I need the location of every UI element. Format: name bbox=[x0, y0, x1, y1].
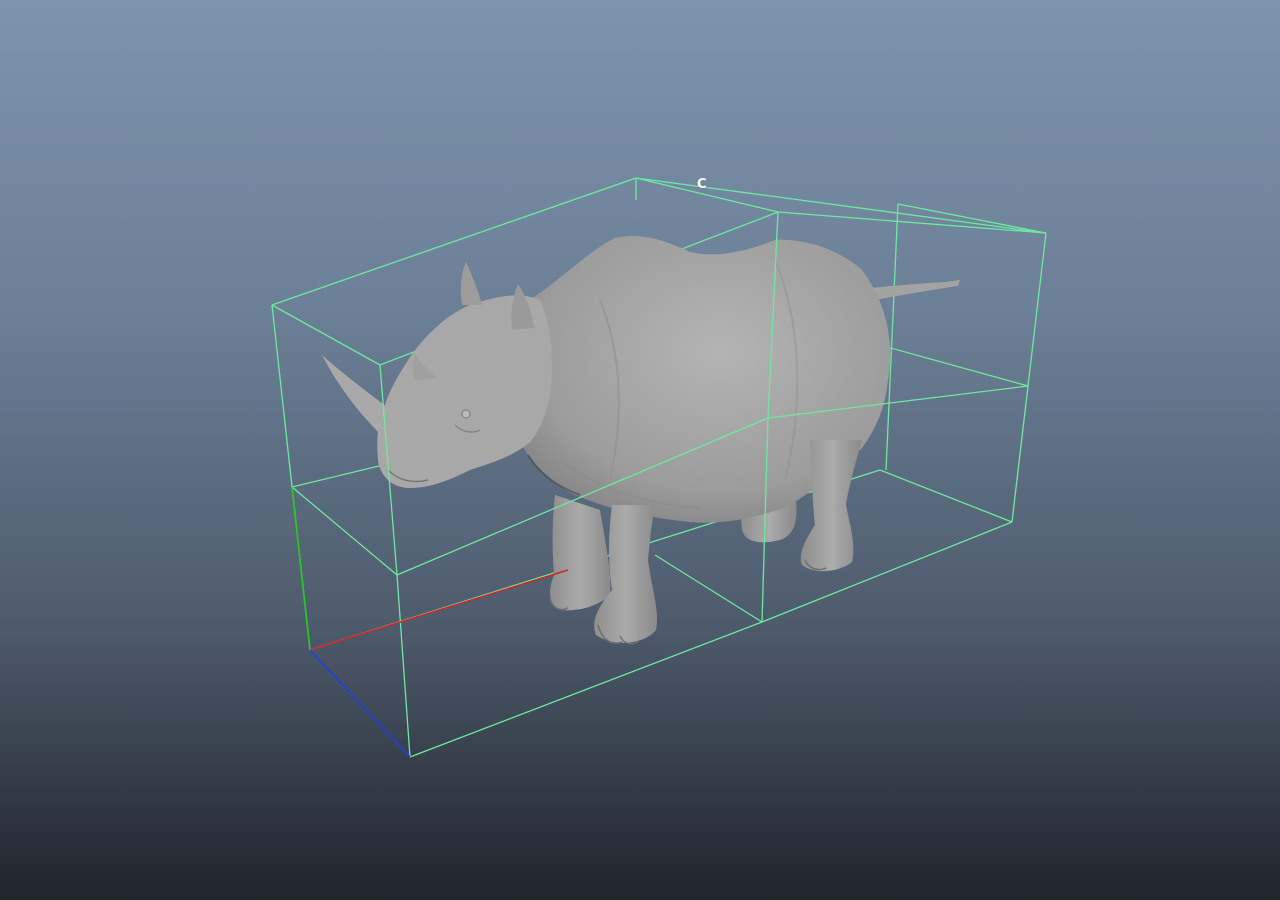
rhino-eye bbox=[461, 409, 471, 419]
lattice-edge bbox=[897, 203, 1047, 234]
lattice-edge bbox=[291, 486, 398, 576]
lattice-edge bbox=[409, 621, 763, 758]
lattice-axes bbox=[291, 486, 569, 758]
rhino-front-leg-far bbox=[550, 495, 611, 611]
lattice-edge bbox=[761, 521, 1013, 623]
z-axis-line bbox=[309, 649, 411, 758]
rhino-front-horn bbox=[322, 355, 388, 432]
rhino-model[interactable] bbox=[322, 235, 960, 645]
lattice-edge bbox=[396, 574, 411, 758]
lattice-edge bbox=[271, 304, 293, 488]
lattice-edge bbox=[654, 554, 763, 623]
lattice-edge bbox=[879, 469, 1013, 523]
rhino-ear bbox=[460, 262, 482, 305]
lattice-edge bbox=[271, 304, 381, 366]
viewport-scene: C bbox=[271, 177, 1047, 758]
lattice-edge bbox=[1027, 232, 1047, 387]
lattice-edge bbox=[879, 344, 1029, 387]
3d-viewport[interactable]: C bbox=[0, 0, 1280, 900]
lattice-edge bbox=[1011, 385, 1029, 523]
y-axis-line bbox=[291, 486, 311, 651]
lattice-edge bbox=[635, 177, 779, 213]
x-axis-line bbox=[309, 569, 569, 651]
lattice-label: C bbox=[697, 177, 707, 192]
